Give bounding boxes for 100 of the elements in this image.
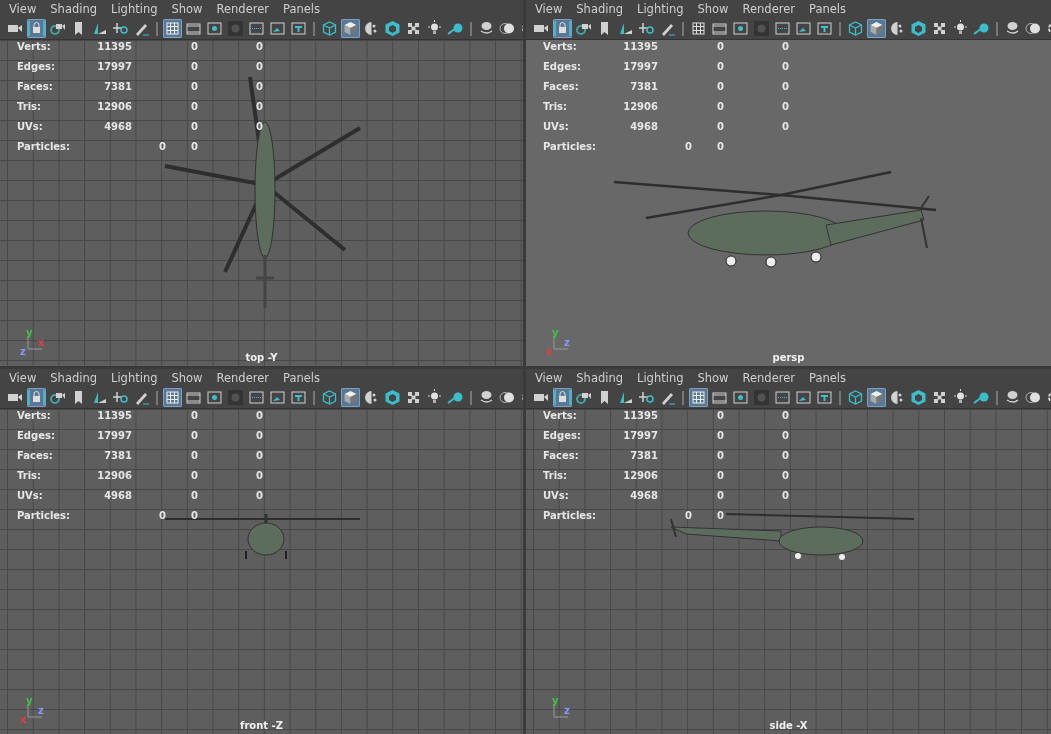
axis-label: y: [552, 696, 559, 706]
menu-item[interactable]: View: [2, 371, 44, 385]
toolbar-button[interactable]: [383, 19, 402, 38]
toolbar-button[interactable]: [846, 388, 865, 407]
axis-label: y: [26, 328, 33, 338]
menu-item[interactable]: Panels: [276, 371, 328, 385]
toolbar-button[interactable]: [689, 388, 708, 407]
toolbar-button[interactable]: [867, 19, 886, 38]
menu-item[interactable]: View: [2, 2, 44, 16]
grid-viewport[interactable]: Verts: 11395 0 0 Edges: 17997 0 0 Faces: 7381 0 0 Tris: 12906 0 0 UVs: 4968 0 0 Particles: 0 0 y z side -X: [526, 409, 1051, 734]
stat-label: Edges:: [543, 60, 582, 74]
stat-value: 0: [716, 80, 724, 94]
toolbar-button[interactable]: [846, 19, 865, 38]
toolbar-button[interactable]: [867, 388, 886, 407]
menu-item[interactable]: Panels: [276, 2, 328, 16]
toolbar-button[interactable]: [163, 19, 182, 38]
toolbar-button[interactable]: [909, 388, 928, 407]
menu-item[interactable]: Show: [690, 2, 736, 16]
menu-item[interactable]: Lighting: [630, 371, 691, 385]
toolbar-button[interactable]: [909, 19, 928, 38]
stat-value: 0: [255, 100, 263, 114]
menu-item[interactable]: View: [528, 371, 570, 385]
grid-viewport[interactable]: Verts: 11395 0 0 Edges: 17997 0 0 Faces: 7381 0 0 Tris: 12906 0 0 UVs: 4968 0 0 Particles: 0 0 y x z top -Y: [0, 40, 523, 366]
menu-item[interactable]: Lighting: [104, 2, 165, 16]
toolbar-button[interactable]: [320, 388, 339, 407]
stat-value: 12906: [623, 100, 658, 114]
toolbar-button[interactable]: [268, 388, 287, 407]
camera-lock-icon: [553, 388, 572, 407]
axis-label: x: [20, 715, 27, 725]
camera-name: side -X: [769, 720, 808, 731]
menu-item[interactable]: Lighting: [630, 2, 691, 16]
stat-value: 0: [716, 120, 724, 134]
menu-item[interactable]: Renderer: [209, 2, 277, 16]
menu-item[interactable]: Show: [164, 371, 210, 385]
menu-item[interactable]: Panels: [802, 2, 854, 16]
toolbar-button[interactable]: [341, 19, 360, 38]
toolbar-button[interactable]: [773, 19, 792, 38]
stat-label: Faces:: [543, 449, 580, 463]
stat-label: Particles:: [17, 509, 72, 523]
stat-value: 11395: [623, 409, 658, 423]
toolbar-button[interactable]: [205, 19, 224, 38]
safe-title-icon: [289, 19, 308, 38]
toolbar-button[interactable]: [163, 388, 182, 407]
stat-label: Faces:: [17, 449, 54, 463]
toolbar-button[interactable]: [815, 19, 834, 38]
toolbar-button[interactable]: [268, 19, 287, 38]
toolbar-button[interactable]: [553, 388, 572, 407]
toolbar-button[interactable]: [247, 19, 266, 38]
menu-item[interactable]: Lighting: [104, 371, 165, 385]
toolbar-button[interactable]: [289, 388, 308, 407]
menu-item[interactable]: Panels: [802, 371, 854, 385]
toolbar-button[interactable]: [794, 388, 813, 407]
toolbar-button[interactable]: [27, 388, 46, 407]
stat-value: 0: [190, 469, 198, 483]
stat-label: Verts:: [17, 40, 52, 54]
stat-value: 0: [255, 469, 263, 483]
menu-item[interactable]: Show: [690, 371, 736, 385]
stat-value: 0: [255, 40, 263, 54]
grid-icon: [163, 388, 182, 407]
grid-icon: [689, 19, 708, 38]
stat-value: 0: [716, 449, 724, 463]
menu-item[interactable]: Show: [164, 2, 210, 16]
menu-item[interactable]: Renderer: [735, 371, 803, 385]
menu-item[interactable]: View: [528, 2, 570, 16]
toolbar-button[interactable]: [553, 19, 572, 38]
toolbar-button[interactable]: [383, 388, 402, 407]
menu-item[interactable]: Shading: [43, 2, 104, 16]
toolbar-button[interactable]: [289, 19, 308, 38]
axis-label: z: [38, 706, 44, 716]
toolbar-button[interactable]: [247, 388, 266, 407]
stat-value: 4968: [629, 489, 658, 503]
stat-value: 0: [255, 80, 263, 94]
toolbar-button[interactable]: [320, 19, 339, 38]
toolbar-button[interactable]: [773, 388, 792, 407]
menu-item[interactable]: Shading: [569, 2, 630, 16]
perspective-viewport[interactable]: Verts: 11395 0 0 Edges: 17997 0 0 Faces: 7381 0 0 Tris: 12906 0 0 UVs: 4968 0 0 Particles: 0 0 y z x persp: [526, 40, 1051, 366]
toolbar-button[interactable]: [731, 19, 750, 38]
stat-value: 0: [255, 120, 263, 134]
toolbar-button[interactable]: [815, 388, 834, 407]
toolbar-button[interactable]: [689, 19, 708, 38]
toolbar-button[interactable]: [731, 388, 750, 407]
toolbar-button[interactable]: [205, 388, 224, 407]
toolbar-button[interactable]: [341, 388, 360, 407]
toolbar-button[interactable]: [794, 19, 813, 38]
stat-label: Edges:: [543, 429, 582, 443]
menu-item[interactable]: Shading: [43, 371, 104, 385]
field-chart-icon: [247, 388, 266, 407]
stat-label: UVs:: [17, 120, 44, 134]
stat-value: 0: [255, 60, 263, 74]
wireframe-cube-icon: [320, 388, 339, 407]
camera-lock-icon: [27, 388, 46, 407]
menu-item[interactable]: Renderer: [735, 2, 803, 16]
menu-item[interactable]: Renderer: [209, 371, 277, 385]
toolbar-button[interactable]: [27, 19, 46, 38]
stat-value: 0: [781, 429, 789, 443]
stat-label: Tris:: [543, 100, 569, 114]
stat-value: 0: [190, 409, 198, 423]
grid-viewport[interactable]: Verts: 11395 0 0 Edges: 17997 0 0 Faces: 7381 0 0 Tris: 12906 0 0 UVs: 4968 0 0 Particles: 0 0 y z x front -Z: [0, 409, 523, 734]
menu-item[interactable]: Shading: [569, 371, 630, 385]
axis-label: y: [26, 696, 33, 706]
